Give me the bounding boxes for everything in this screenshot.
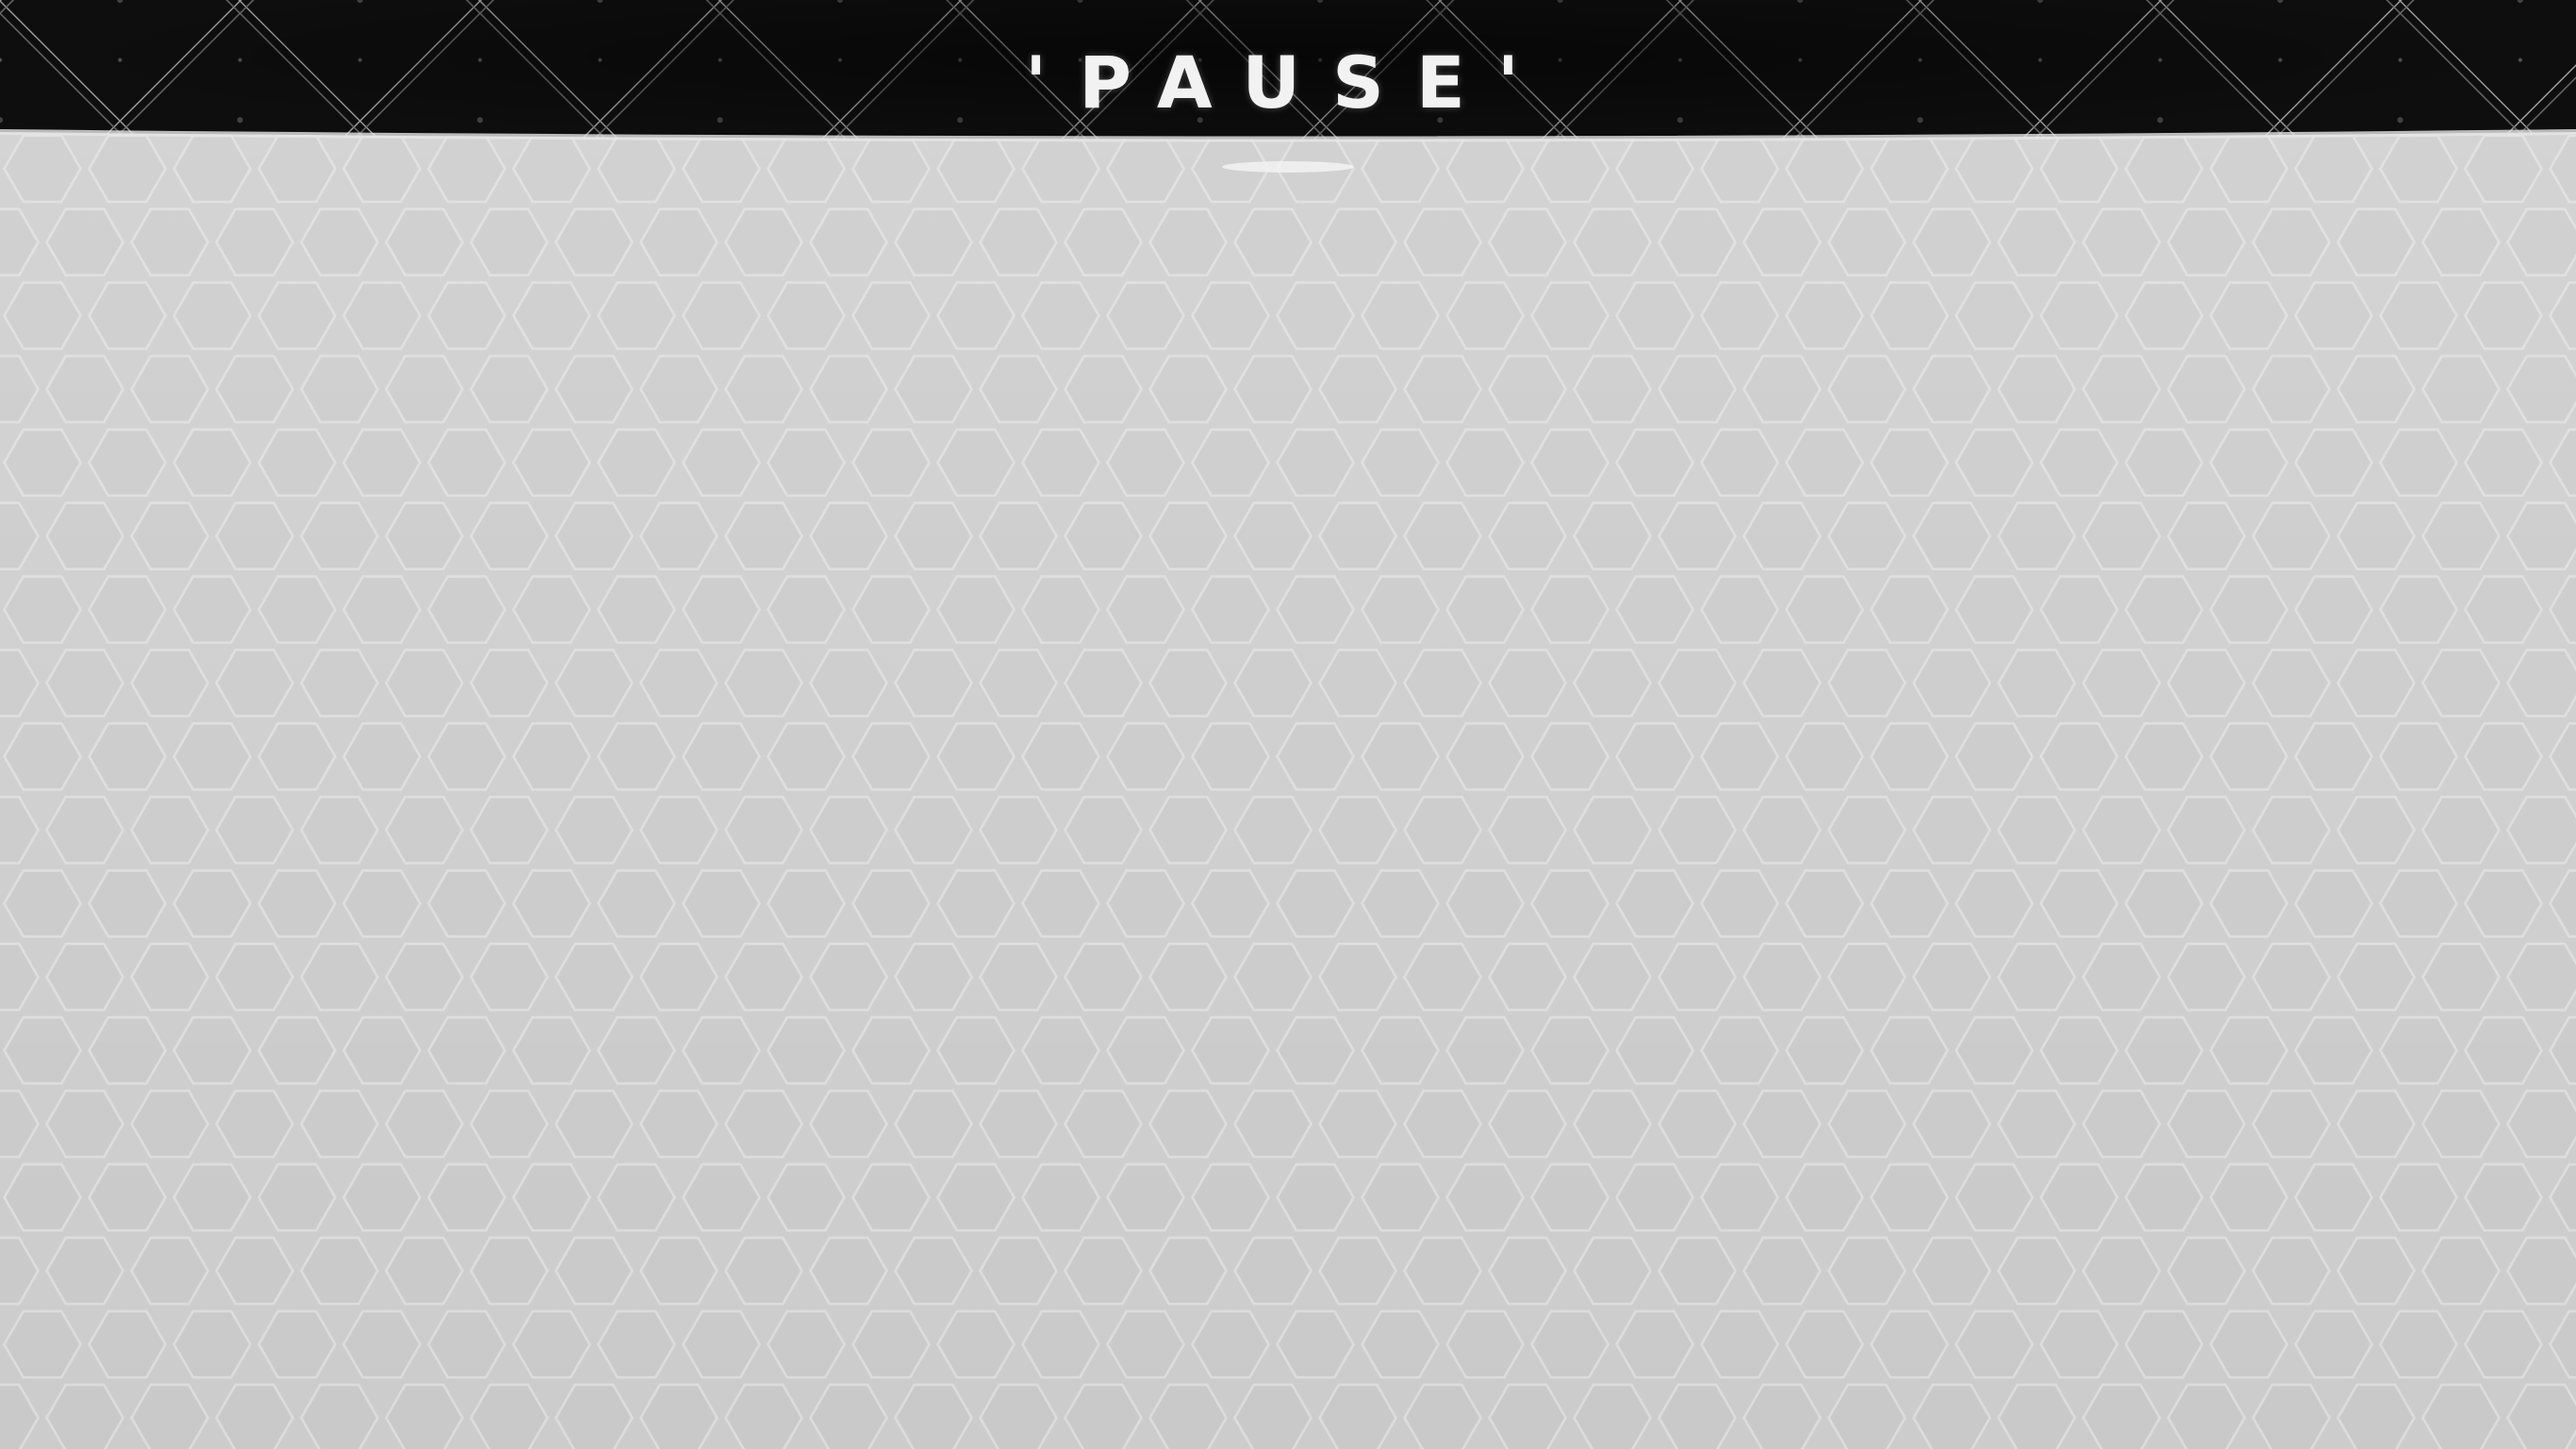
hexagon-panel <box>0 0 2576 1449</box>
pause-screen: 'PAUSE' <box>0 0 2576 1449</box>
pause-title: 'PAUSE' <box>1024 41 1552 124</box>
hexagon-grid-pattern <box>0 129 2576 1449</box>
